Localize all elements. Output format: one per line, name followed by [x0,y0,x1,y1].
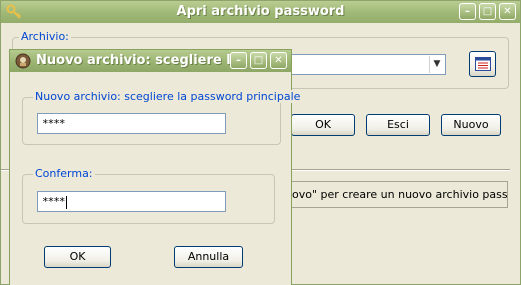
dialog-title: Nuovo archivio: scegliere l... [36,53,246,68]
password-field[interactable]: **** [37,113,226,134]
dialog-maximize-button[interactable]: □ [250,52,267,69]
minimize-button[interactable]: – [459,3,476,20]
status-text: ovo" per creare un nuovo archivio passwo… [292,188,508,201]
list-icon [475,57,491,74]
confirm-field[interactable]: **** [37,191,226,212]
new-archive-dialog: Nuovo archivio: scegliere l... – □ ✕ Nuo… [9,49,303,285]
dialog-minimize-button[interactable]: – [230,52,247,69]
dialog-ok-button[interactable]: OK [44,246,111,268]
dialog-cancel-button[interactable]: Annulla [174,246,243,268]
password-value: **** [42,117,65,130]
dialog-titlebar[interactable]: Nuovo archivio: scegliere l... – □ ✕ [10,50,291,72]
text-caret [65,195,67,209]
chevron-down-icon[interactable]: ▼ [429,56,444,73]
confirm-value: **** [42,195,65,208]
archive-combo[interactable]: ▼ [291,54,446,75]
window-title: Apri archivio password [176,4,345,19]
new-password-group-label: Nuovo archivio: scegliere la password pr… [33,90,303,103]
close-button[interactable]: ✕ [499,3,516,20]
exit-button[interactable]: Esci [366,114,430,136]
archive-group-label: Archivio: [19,30,71,43]
maximize-button[interactable]: □ [479,3,496,20]
status-bar: ovo" per creare un nuovo archivio passwo… [291,181,508,208]
browse-archive-button[interactable] [469,51,496,77]
app-icon [15,53,31,73]
confirm-group-label: Conferma: [33,167,95,180]
dialog-close-button[interactable]: ✕ [270,52,287,69]
ok-button[interactable]: OK [291,114,355,136]
window-titlebar[interactable]: Apri archivio password – □ ✕ [1,1,520,23]
new-button[interactable]: Nuovo [441,114,501,136]
